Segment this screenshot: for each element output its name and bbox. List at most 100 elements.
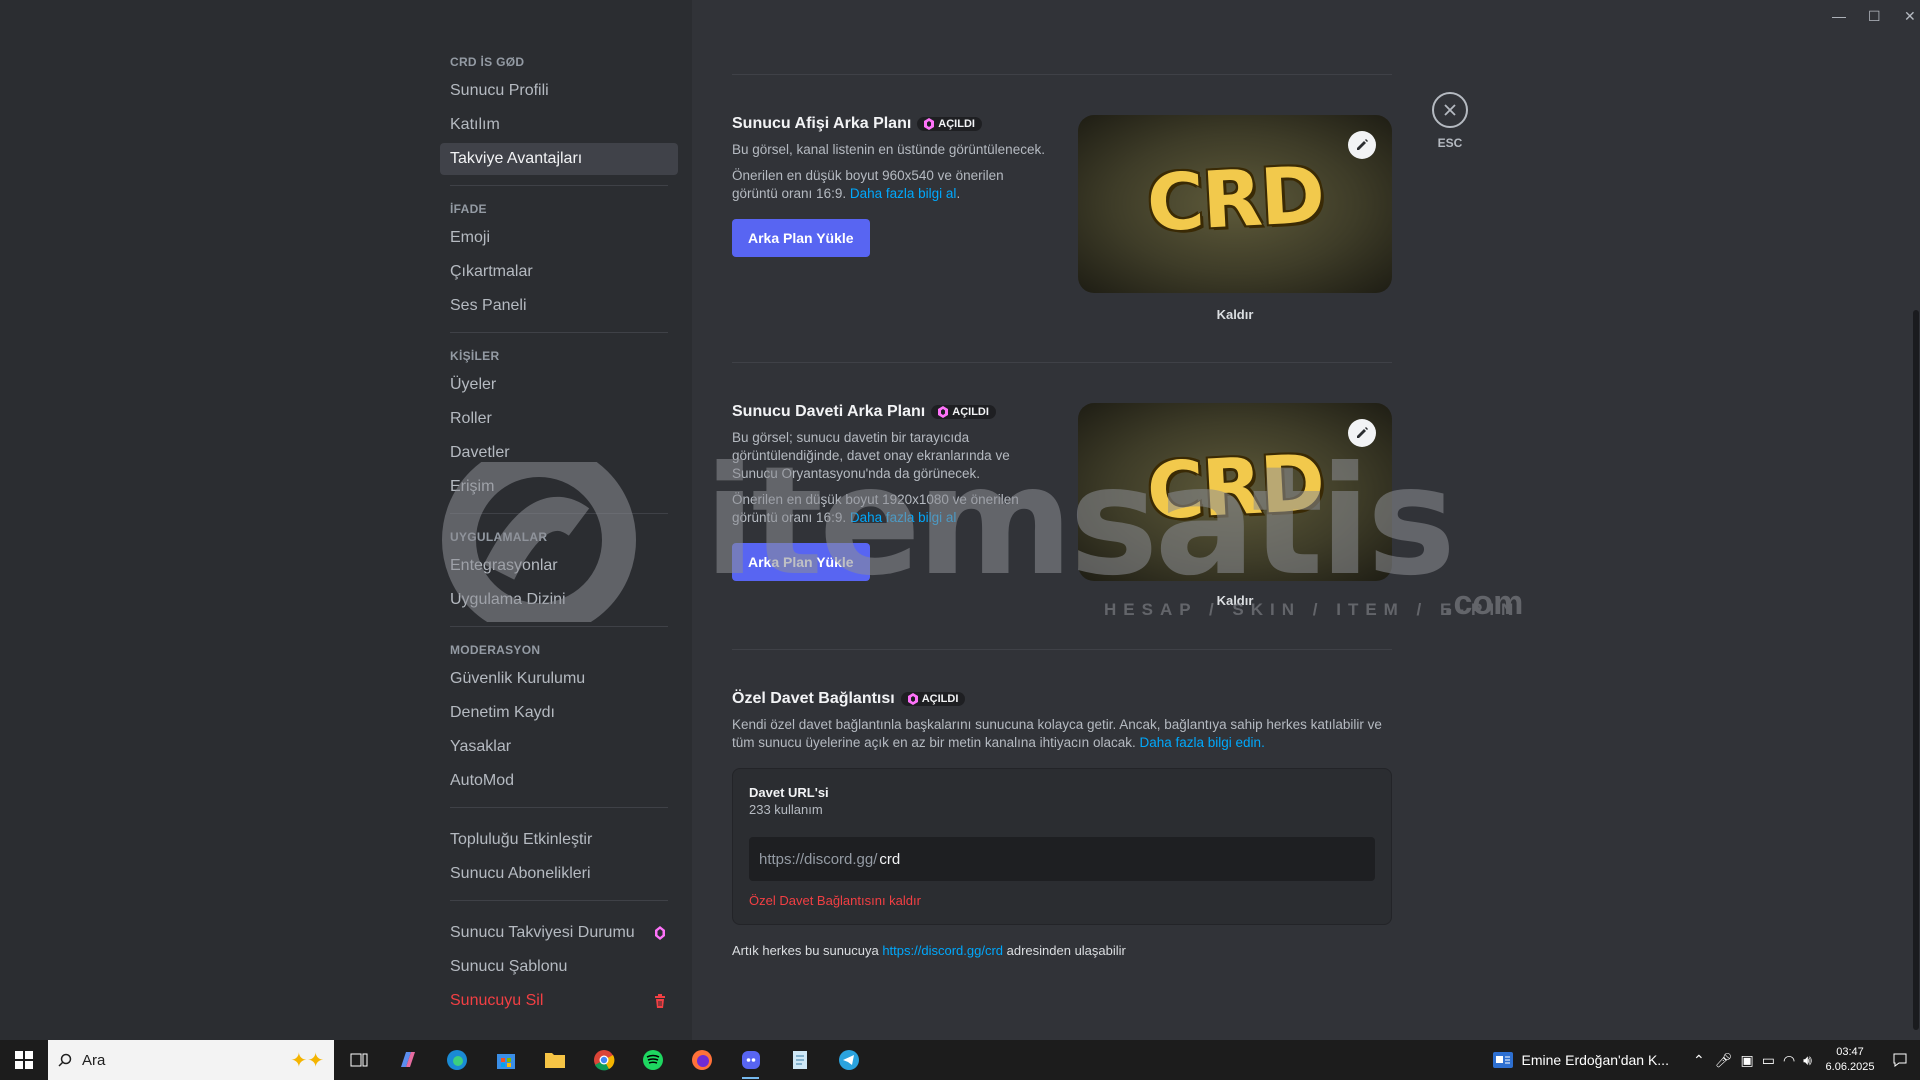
clock[interactable]: 03:47 6.06.2025 [1820,1045,1880,1075]
close-icon [1444,104,1456,116]
section-apps: UYGULAMALAR [450,530,548,544]
learn-more-link[interactable]: Daha fazla bilgi al [850,186,957,201]
unlocked-badge: AÇILDI [900,692,966,706]
settings-nav: CRD İS GØD Sunucu Profili Katılım Takviy… [440,55,678,1019]
nav-audit-log[interactable]: Denetim Kaydı [440,697,678,729]
system-tray: Emine Erdoğan'dan K... ⌃ 🎤︎ ▣ ▭ ◠ 🔊︎ 03:… [1492,1040,1920,1080]
invite-url-label: Davet URL'si [749,785,829,800]
vanity-title-text: Özel Davet Bağlantısı [732,690,895,707]
search-icon [58,1053,72,1067]
minimize-button[interactable]: — [1832,8,1846,24]
boost-gem-icon [938,406,949,418]
news-widget[interactable]: Emine Erdoğan'dan K... [1492,1051,1669,1069]
watermark-suffix: .com [1444,584,1524,622]
edit-invite-bg-button[interactable] [1348,419,1376,447]
nav-roles[interactable]: Roller [440,403,678,435]
banner-section-title: Sunucu Afişi Arka Planı AÇILDI [732,115,1048,133]
copilot-icon[interactable] [383,1040,432,1080]
nav-automod[interactable]: AutoMod [440,765,678,797]
nav-boost-status-label: Sunucu Takviyesi Durumu [450,924,635,941]
edge-icon[interactable] [432,1040,481,1080]
crd-logo: CRD [1144,438,1326,538]
volume-icon[interactable]: 🔊︎ [1803,1052,1812,1069]
upload-invite-bg-button[interactable]: Arka Plan Yükle [732,543,870,581]
banner-preview-image: CRD [1078,115,1392,293]
banner-desc: Bu görsel, kanal listenin en üstünde gör… [732,142,1045,157]
maximize-button[interactable]: ☐ [1868,8,1881,25]
firefox-icon[interactable] [677,1040,726,1080]
nav-server-subscriptions[interactable]: Sunucu Abonelikleri [440,858,678,890]
notepad-icon[interactable] [775,1040,824,1080]
spotify-icon[interactable] [628,1040,677,1080]
close-settings[interactable]: ESC [1432,92,1468,150]
start-button[interactable] [0,1040,48,1080]
close-button[interactable] [1432,92,1468,128]
upload-banner-button[interactable]: Arka Plan Yükle [732,219,870,257]
nav-boost-status[interactable]: Sunucu Takviyesi Durumu [440,917,678,949]
vanity-code[interactable]: crd [879,851,900,868]
edit-banner-button[interactable] [1348,131,1376,159]
banner-recommendation: Önerilen en düşük boyut 960x540 ve öneri… [732,167,1048,203]
nav-enable-community[interactable]: Topluluğu Etkinleştir [440,824,678,856]
windows-logo-icon [15,1051,33,1069]
nav-server-template[interactable]: Sunucu Şablonu [440,951,678,983]
footer-pre: Artık herkes bu sunucuya [732,943,879,958]
banner-title-text: Sunucu Afişi Arka Planı [732,115,912,132]
nav-app-directory[interactable]: Uygulama Dizini [440,584,678,616]
boost-gem-icon [924,118,935,130]
clock-time: 03:47 [1836,1046,1864,1058]
nav-soundboard[interactable]: Ses Paneli [440,290,678,322]
taskbar-search[interactable]: Ara ✦✦ [48,1040,334,1080]
remove-invite-bg-button[interactable]: Kaldır [1078,593,1392,608]
tray-chevron-icon[interactable]: ⌃ [1693,1052,1705,1069]
learn-more-link[interactable]: Daha fazla bilgi edin. [1139,735,1264,750]
microphone-icon[interactable]: 🎤︎ [1715,1052,1733,1069]
badge-text: AÇILDI [938,118,975,130]
vanity-url-link[interactable]: https://discord.gg/crd [882,943,1003,958]
nav-access[interactable]: Erişim [440,471,678,503]
pencil-icon [1357,139,1368,150]
vanity-desc-text: Kendi özel davet bağlantınla başkalarını… [732,717,1382,750]
unlocked-badge: AÇILDI [917,117,982,131]
learn-more-link[interactable]: Daha fazla bilgi al [850,510,957,525]
wifi-icon[interactable]: ◠ [1783,1052,1795,1069]
search-placeholder: Ara [82,1051,106,1069]
esc-label: ESC [1437,136,1463,150]
nav-stickers[interactable]: Çıkartmalar [440,256,678,288]
scrollbar-thumb[interactable] [1913,310,1919,1030]
store-icon[interactable] [481,1040,530,1080]
nav-divider [450,900,668,901]
nav-safety-setup[interactable]: Güvenlik Kurulumu [440,663,678,695]
vanity-url-input[interactable]: https://discord.gg/ crd [749,837,1375,881]
sparkle-icon: ✦✦ [290,1049,324,1072]
banner-background-section: Sunucu Afişi Arka Planı AÇILDI Bu görsel… [732,75,1392,362]
invite-bg-preview-image: CRD [1078,403,1392,581]
nav-members[interactable]: Üyeler [440,369,678,401]
period: . [956,186,961,201]
boost-gem-icon [907,693,918,705]
scrollbar[interactable] [1912,0,1920,1040]
badge-text: AÇILDI [952,406,989,418]
server-name-header: CRD İS GØD [450,55,525,69]
remove-banner-button[interactable]: Kaldır [1078,307,1392,322]
nav-bans[interactable]: Yasaklar [440,731,678,763]
nav-delete-server[interactable]: Sunucuyu Sil [440,985,678,1017]
nav-server-profile[interactable]: Sunucu Profili [440,75,678,107]
discord-icon[interactable] [726,1040,775,1080]
nav-boost-perks[interactable]: Takviye Avantajları [440,143,678,175]
nav-integrations[interactable]: Entegrasyonlar [440,550,678,582]
telegram-icon[interactable] [824,1040,873,1080]
display-icon[interactable]: ▣ [1740,1052,1753,1069]
battery-icon[interactable]: ▭ [1762,1052,1775,1069]
news-icon [1492,1052,1513,1068]
notifications-icon[interactable] [1880,1052,1920,1068]
invite-bg-recommendation: Önerilen en düşük boyut 1920x1080 ve öne… [732,491,1048,527]
remove-vanity-link[interactable]: Özel Davet Bağlantısını kaldır [749,893,1375,908]
nav-engagement[interactable]: Katılım [440,109,678,141]
task-view-icon[interactable] [334,1040,383,1080]
trash-icon [655,994,665,1008]
nav-invites[interactable]: Davetler [440,437,678,469]
chrome-icon[interactable] [579,1040,628,1080]
nav-emoji[interactable]: Emoji [440,222,678,254]
file-explorer-icon[interactable] [530,1040,579,1080]
